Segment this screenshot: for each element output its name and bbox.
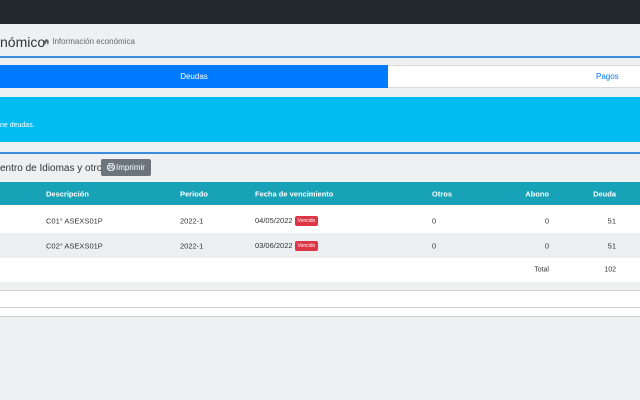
status-badge: Vencido	[294, 240, 319, 251]
row-periodo: 2022-1	[180, 216, 204, 225]
header-otros[interactable]: Otros	[432, 189, 452, 198]
row-abono: 0	[544, 216, 549, 225]
section-divider	[0, 152, 640, 154]
header-descripcion[interactable]: Descripción	[46, 189, 89, 198]
row-deuda: 51	[607, 241, 616, 250]
print-button[interactable]: Imprimir	[101, 159, 151, 176]
row-vencimiento: 03/06/2022 Vencido	[255, 240, 319, 251]
due-date: 04/05/2022	[255, 215, 293, 225]
status-badge: Vencido	[294, 215, 319, 226]
header-abono[interactable]: Abono	[525, 189, 549, 198]
empty-panel	[0, 291, 640, 307]
breadcrumb-label: Información económica	[52, 37, 135, 46]
row-abono: 0	[544, 241, 549, 250]
row-periodo: 2022-1	[180, 241, 204, 250]
row-otros: 0	[432, 216, 437, 225]
row-descripcion: C01° ASEXS01P	[46, 216, 103, 225]
empty-panel	[0, 308, 640, 316]
total-value: 102	[604, 266, 616, 274]
header-deuda[interactable]: Deuda	[593, 189, 616, 198]
print-icon	[107, 163, 116, 171]
content-header: nómico Información económica	[0, 25, 640, 58]
print-button-label: Imprimir	[116, 163, 145, 172]
page-title: nómico	[0, 34, 46, 50]
table-row: C01° ASEXS01P 2022-1 04/05/2022 Vencido 0…	[0, 208, 640, 233]
debts-table: Descripción Periodo Fecha de vencimiento…	[0, 182, 640, 282]
info-alert: ne deudas.	[0, 97, 640, 142]
table-header: Descripción Periodo Fecha de vencimiento…	[0, 182, 640, 205]
row-vencimiento: 04/05/2022 Vencido	[255, 215, 319, 226]
tab-bar: Deudas Pagos	[0, 65, 640, 88]
total-label: Total	[534, 266, 549, 274]
tab-pagos[interactable]: Pagos	[388, 65, 640, 88]
divider	[0, 316, 640, 317]
row-deuda: 51	[607, 216, 616, 225]
breadcrumb[interactable]: Información económica	[43, 37, 135, 46]
home-icon	[43, 38, 50, 45]
header-vencimiento[interactable]: Fecha de vencimiento	[255, 189, 333, 198]
tab-deudas[interactable]: Deudas	[0, 65, 388, 88]
top-navbar	[0, 0, 640, 24]
due-date: 03/06/2022	[255, 240, 293, 250]
row-descripcion: C02° ASEXS01P	[46, 241, 103, 250]
table-row: C02° ASEXS01P 2022-1 03/06/2022 Vencido 0…	[0, 233, 640, 258]
row-otros: 0	[432, 241, 437, 250]
header-periodo[interactable]: Periodo	[180, 189, 208, 198]
alert-text: ne deudas.	[0, 122, 35, 129]
section-title: entro de Idiomas y otros	[0, 163, 108, 174]
tab-pagos-label: Pagos	[596, 72, 619, 81]
total-row: Total 102	[0, 258, 640, 282]
